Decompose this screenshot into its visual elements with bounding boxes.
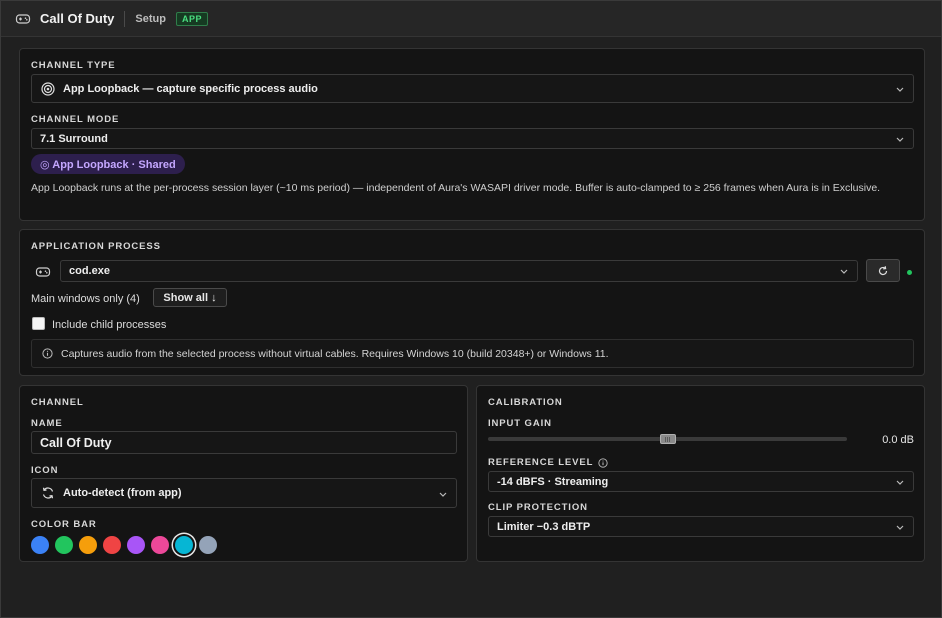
chevron-down-icon — [895, 477, 905, 487]
refresh-process-button[interactable] — [866, 259, 900, 282]
window-subtitle: Setup — [135, 12, 166, 25]
application-process-panel: APPLICATION PROCESS cod.exe Main windows… — [19, 229, 925, 376]
clip-protection-value: Limiter −0.3 dBTP — [497, 520, 591, 533]
target-icon — [40, 81, 56, 97]
gamepad-icon — [15, 11, 31, 27]
process-value: cod.exe — [69, 265, 110, 277]
process-info-text: Captures audio from the selected process… — [61, 347, 609, 360]
app-loopback-shared-pill: ◎ App Loopback · Shared — [31, 154, 185, 174]
app-badge: APP — [175, 11, 208, 26]
input-gain-label: INPUT GAIN — [488, 418, 552, 429]
color-swatch[interactable] — [103, 536, 121, 554]
app-window: Call Of Duty Setup APP CHANNEL TYPE App … — [0, 0, 942, 618]
icon-select[interactable]: Auto-detect (from app) — [31, 478, 457, 508]
info-icon[interactable] — [598, 457, 608, 468]
windows-count-text: Main windows only (4) — [31, 293, 140, 305]
color-bar-label: COLOR BAR — [31, 519, 97, 530]
chevron-down-icon — [839, 266, 849, 276]
info-icon — [42, 348, 54, 360]
input-gain-slider-thumb[interactable] — [659, 434, 676, 444]
refresh-icon — [877, 265, 889, 277]
clip-protection-select[interactable]: Limiter −0.3 dBTP — [488, 516, 914, 537]
calibration-label: CALIBRATION — [488, 397, 563, 408]
title-divider — [124, 10, 126, 27]
channel-type-label: CHANNEL TYPE — [31, 60, 116, 71]
color-swatch-row — [31, 535, 231, 555]
color-swatch[interactable] — [175, 536, 193, 554]
icon-value: Auto-detect (from app) — [63, 487, 182, 499]
sync-icon — [40, 485, 56, 501]
reference-level-value: -14 dBFS · Streaming — [497, 475, 609, 488]
channel-panel: CHANNEL NAME Call Of Duty ICON Auto-dete… — [19, 385, 468, 562]
icon-label: ICON — [31, 465, 59, 476]
color-swatch[interactable] — [127, 536, 145, 554]
color-swatch[interactable] — [79, 536, 97, 554]
clip-protection-label: CLIP PROTECTION — [488, 502, 588, 513]
process-select[interactable]: cod.exe — [60, 260, 858, 282]
color-swatch[interactable] — [151, 536, 169, 554]
chevron-down-icon — [895, 84, 905, 94]
include-child-checkbox[interactable] — [32, 317, 45, 330]
reference-level-select[interactable]: -14 dBFS · Streaming — [488, 471, 914, 492]
color-swatch[interactable] — [199, 536, 217, 554]
chevron-down-icon — [438, 489, 448, 499]
color-swatch[interactable] — [31, 536, 49, 554]
title-bar: Call Of Duty Setup APP — [1, 1, 941, 37]
calibration-panel: CALIBRATION INPUT GAIN 0.0 dB REFERENCE … — [476, 385, 925, 562]
input-gain-value: 0.0 dB — [882, 434, 914, 446]
include-child-label: Include child processes — [52, 319, 167, 331]
reference-level-label: REFERENCE LEVEL — [488, 457, 608, 468]
channel-type-value: App Loopback — capture specific process … — [63, 82, 318, 95]
channel-type-description: App Loopback runs at the per-process ses… — [31, 182, 881, 194]
gamepad-icon — [35, 264, 51, 280]
channel-name-input[interactable]: Call Of Duty — [31, 431, 457, 454]
chevron-down-icon — [895, 134, 905, 144]
chevron-down-icon — [895, 522, 905, 532]
channel-mode-value: 7.1 Surround — [40, 132, 108, 145]
name-label: NAME — [31, 418, 63, 429]
application-process-label: APPLICATION PROCESS — [31, 241, 161, 252]
window-title: Call Of Duty — [40, 11, 115, 26]
channel-label: CHANNEL — [31, 397, 84, 408]
color-swatch[interactable] — [55, 536, 73, 554]
channel-mode-select[interactable]: 7.1 Surround — [31, 128, 914, 149]
reference-level-label-text: REFERENCE LEVEL — [488, 457, 594, 468]
process-status-dot — [907, 270, 912, 275]
channel-type-panel: CHANNEL TYPE App Loopback — capture spec… — [19, 48, 925, 221]
channel-mode-label: CHANNEL MODE — [31, 114, 120, 125]
channel-type-select[interactable]: App Loopback — capture specific process … — [31, 74, 914, 103]
show-all-button[interactable]: Show all ↓ — [153, 288, 227, 307]
process-info-box: Captures audio from the selected process… — [31, 339, 914, 368]
